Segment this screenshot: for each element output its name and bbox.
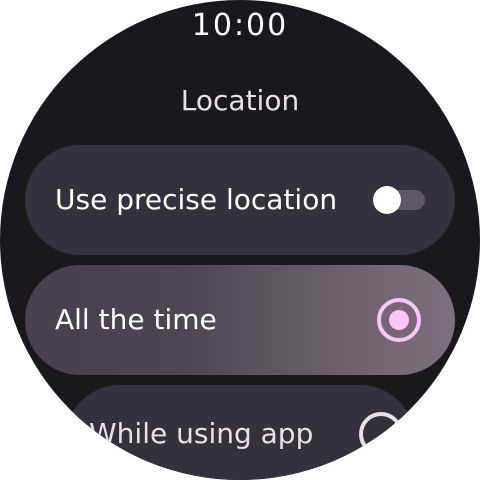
watch-screen: 10:00 Location Use precise location All … xyxy=(0,0,480,480)
all-the-time-chip[interactable]: All the time xyxy=(25,265,455,375)
precise-location-label: Use precise location xyxy=(55,183,338,216)
radio-selected-icon[interactable] xyxy=(377,298,421,342)
page-title: Location xyxy=(180,84,300,117)
all-the-time-label: All the time xyxy=(55,303,217,336)
while-using-app-label: While using app xyxy=(89,417,314,450)
radio-unselected-icon[interactable] xyxy=(359,412,403,456)
radio-dot xyxy=(389,310,409,330)
toggle-thumb xyxy=(373,186,401,214)
precise-location-chip[interactable]: Use precise location xyxy=(25,145,455,255)
while-using-app-chip[interactable]: While using app xyxy=(65,385,415,480)
toggle-switch-icon[interactable] xyxy=(373,186,425,214)
status-time: 10:00 xyxy=(191,8,289,43)
